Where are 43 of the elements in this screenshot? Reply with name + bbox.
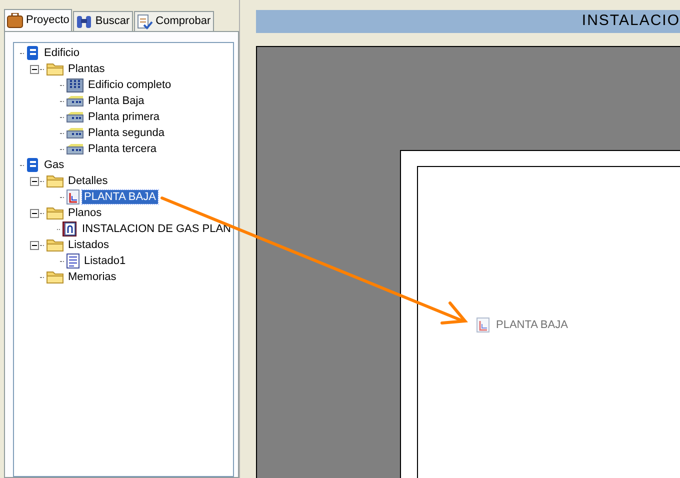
floor-icon (66, 111, 84, 123)
folder-icon (46, 62, 64, 76)
header-title: INSTALACIO (582, 11, 680, 32)
floor-icon (66, 143, 84, 155)
chart-document-icon (476, 317, 490, 334)
tree-item[interactable]: Edificio (42, 46, 82, 60)
folder-icon (46, 206, 64, 220)
tree-item[interactable]: INSTALACION DE GAS PLAN (80, 222, 233, 236)
collapse-toggle[interactable] (30, 208, 39, 218)
building-icon (66, 78, 84, 92)
panel-tab[interactable]: Proyecto (4, 9, 72, 31)
chart-document-icon (66, 189, 80, 205)
tree-item[interactable]: Detalles (66, 174, 110, 188)
tree-item[interactable]: Listado1 (82, 254, 128, 268)
database-icon (26, 45, 40, 61)
binoculars-icon (76, 14, 92, 28)
tree-item[interactable]: Planos (66, 206, 104, 220)
folder-icon (46, 238, 64, 252)
tree-item[interactable]: Planta primera (86, 110, 162, 124)
panel-tab[interactable]: Comprobar (134, 11, 214, 31)
tree-item[interactable]: PLANTA BAJA (82, 190, 158, 204)
collapse-toggle[interactable] (30, 240, 39, 250)
floor-icon (66, 127, 84, 139)
collapse-toggle[interactable] (30, 64, 39, 74)
folder-icon (46, 174, 64, 188)
checklist-icon (136, 14, 153, 30)
tree-item[interactable]: Planta Baja (86, 94, 146, 108)
dropped-item-label: PLANTA BAJA (496, 318, 568, 333)
tree-item[interactable]: Listados (66, 238, 111, 252)
tree-item[interactable]: Gas (42, 158, 66, 172)
collapse-toggle[interactable] (30, 176, 39, 186)
floor-icon (66, 95, 84, 107)
folder-icon (46, 270, 64, 284)
tree-item[interactable]: Plantas (66, 62, 107, 76)
list-document-icon (66, 253, 80, 269)
database-icon (26, 157, 40, 173)
tree-item[interactable]: Planta segunda (86, 126, 166, 140)
plan-book-icon (62, 221, 78, 237)
tree-item[interactable]: Edificio completo (86, 78, 174, 92)
tree-item[interactable]: Planta tercera (86, 142, 158, 156)
tree-item[interactable]: Memorias (66, 270, 118, 284)
briefcase-icon (7, 13, 23, 28)
panel-tab[interactable]: Buscar (73, 11, 133, 31)
